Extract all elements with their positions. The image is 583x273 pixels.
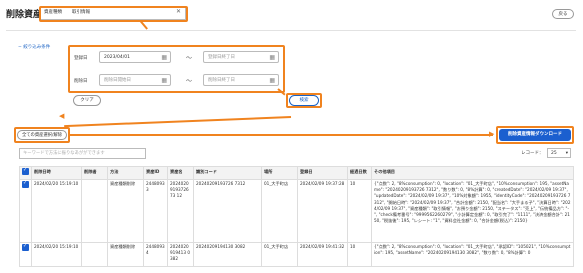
cell-elapsed: 10: [347, 242, 372, 267]
registered-end-placeholder: 登録日終了日: [208, 55, 235, 60]
cell-asset-id: 24480933: [143, 179, 168, 243]
download-button[interactable]: 削除資産情報ダウンロード: [499, 129, 571, 141]
range-separator: 〜: [186, 78, 193, 85]
cell-asset-name: 2024020919372673 12: [167, 179, 194, 243]
deleted-start-input[interactable]: 削除日開始日 ▦: [99, 74, 171, 86]
annotation-arrowhead-icon: ▶: [489, 130, 495, 138]
annotation-connector: [140, 20, 148, 30]
column-header[interactable]: 経過日数: [347, 166, 372, 180]
table-row[interactable]: 2024/02/20 15:19:10 資産種類削除 24480934 2024…: [19, 242, 574, 267]
calendar-icon: ▦: [161, 54, 167, 61]
deleted-date-label: 削除日: [74, 79, 88, 84]
chevron-down-icon: ▾: [565, 151, 568, 156]
filter-toggle-link[interactable]: − 絞り込み条件: [18, 44, 50, 50]
clear-button[interactable]: クリア: [73, 95, 101, 106]
keyword-search-input[interactable]: キーワードで方法に振りなあがができます: [19, 148, 146, 159]
cell-deleted-at: 2024/02/20 15:19:10: [31, 242, 82, 267]
cell-extra: {"点数": 2, "8%consumption": 0, "location"…: [371, 179, 574, 243]
deleted-start-placeholder: 削除日開始日: [104, 78, 131, 83]
table-header-row: 削除日時 削除者 方法 資産ID 資産名 識別コード 場所 登録日 経過日数 そ…: [19, 166, 574, 180]
header-select-all-checkbox[interactable]: [19, 166, 32, 180]
cell-registered: 2024/02/09 19:37:28: [297, 179, 348, 243]
records-value: 25: [551, 151, 557, 156]
column-header[interactable]: その他項目: [371, 166, 574, 180]
registered-date-label: 登録日: [74, 56, 88, 61]
cell-method: 資産種類削除: [107, 179, 144, 243]
cell-asset-id: 24480934: [143, 242, 168, 267]
checkbox-checked-icon: [22, 168, 29, 175]
column-header[interactable]: 識別コード: [193, 166, 262, 180]
column-header[interactable]: 登録日: [297, 166, 348, 180]
cell-asset-name: 2024020919413 0382: [167, 242, 194, 267]
calendar-icon: ▦: [269, 77, 275, 84]
annotation-selector-highlight: [39, 6, 188, 22]
cell-elapsed: 10: [347, 179, 372, 243]
column-header[interactable]: 資産ID: [143, 166, 168, 180]
table-row[interactable]: 2024/02/20 15:19:10 資産種類削除 24480933 2024…: [19, 179, 574, 243]
annotation-connector: [64, 116, 292, 128]
registered-start-value: 2023/04/01: [104, 55, 130, 60]
column-header[interactable]: 方法: [107, 166, 144, 180]
column-header[interactable]: 場所: [261, 166, 298, 180]
row-checkbox[interactable]: [19, 242, 32, 267]
search-button[interactable]: 検索: [289, 95, 319, 106]
cell-method: 資産種類削除: [107, 242, 144, 267]
cell-extra: {"点数": 2, "8%consumption": 0, "location"…: [371, 242, 574, 267]
cell-deleted-at: 2024/02/20 15:19:10: [31, 179, 82, 243]
column-header[interactable]: 資産名: [167, 166, 194, 180]
calendar-icon: ▦: [161, 77, 167, 84]
checkbox-checked-icon: [22, 244, 29, 251]
deleted-assets-table: 削除日時 削除者 方法 資産ID 資産名 識別コード 場所 登録日 経過日数 そ…: [19, 166, 574, 267]
calendar-icon: ▦: [269, 54, 275, 61]
cell-location: 01_大手町店: [261, 179, 298, 243]
cell-deleted-by: [81, 179, 108, 243]
cell-deleted-by: [81, 242, 108, 267]
back-button[interactable]: 戻る: [552, 9, 574, 19]
records-per-page-select[interactable]: 25 ▾: [547, 148, 571, 158]
annotation-connector: [70, 134, 493, 136]
cell-location: 01_大手町店: [261, 242, 298, 267]
row-checkbox[interactable]: [19, 179, 32, 243]
annotation-arrowhead-icon: ◀: [59, 112, 65, 120]
cell-code: 20240209194130 3082: [193, 242, 262, 267]
deleted-end-placeholder: 削除日終了日: [208, 78, 235, 83]
header-divider: [6, 30, 576, 31]
registered-end-input[interactable]: 登録日終了日 ▦: [203, 51, 279, 63]
select-all-button[interactable]: 全ての資産選択/解除: [17, 130, 67, 140]
records-label: レコード：: [521, 151, 544, 156]
registered-start-input[interactable]: 2023/04/01 ▦: [99, 51, 171, 63]
column-header[interactable]: 削除者: [81, 166, 108, 180]
cell-code: 20240209193726 7312: [193, 179, 262, 243]
range-separator: 〜: [186, 55, 193, 62]
deleted-end-input[interactable]: 削除日終了日 ▦: [203, 74, 279, 86]
checkbox-checked-icon: [22, 181, 29, 188]
column-header[interactable]: 削除日時: [31, 166, 82, 180]
cell-registered: 2024/02/09 19:41:32: [297, 242, 348, 267]
